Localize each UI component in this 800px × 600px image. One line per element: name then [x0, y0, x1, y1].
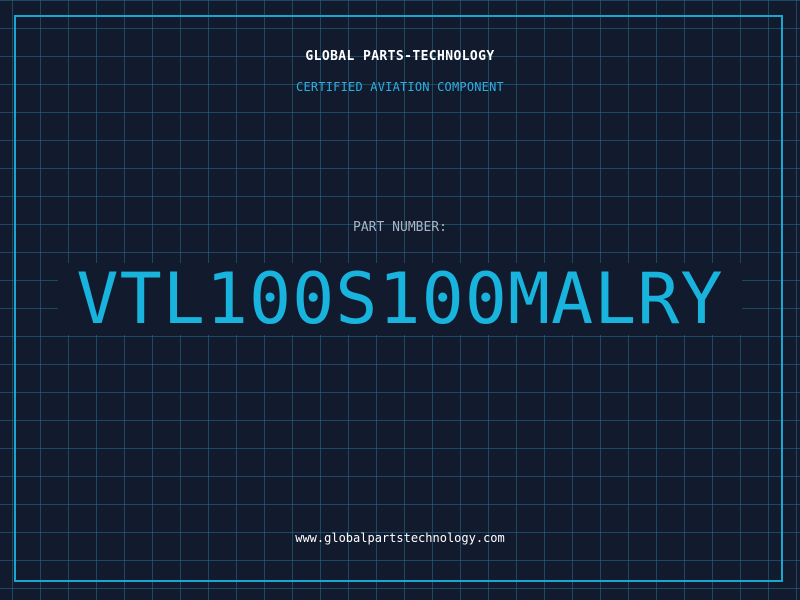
part-number-value: VTL100S100MALRY [76, 258, 724, 340]
brand-title: GLOBAL PARTS-TECHNOLOGY [305, 49, 495, 64]
part-number-panel: VTL100S100MALRY [58, 263, 742, 335]
website-url: www.globalpartstechnology.com [295, 531, 505, 545]
blueprint-canvas: GLOBAL PARTS-TECHNOLOGY CERTIFIED AVIATI… [0, 0, 800, 600]
part-number-label: PART NUMBER: [353, 220, 447, 235]
certification-subtitle: CERTIFIED AVIATION COMPONENT [296, 80, 504, 94]
